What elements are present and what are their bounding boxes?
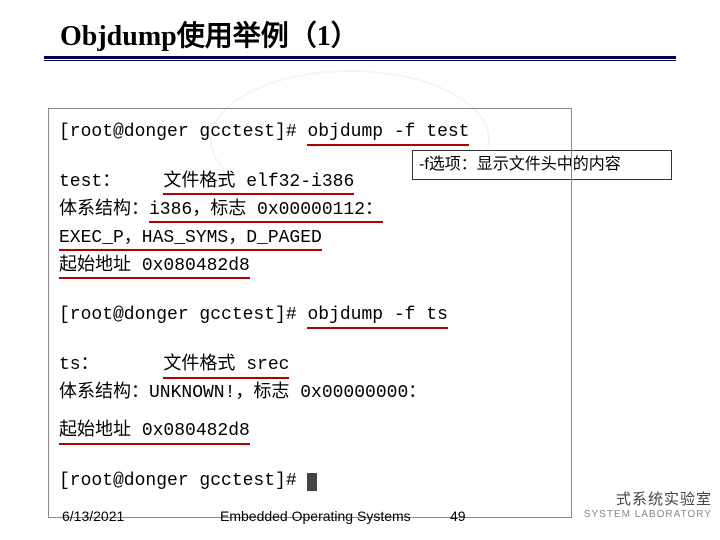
terminal-line: 起始地址 0x080482d8: [59, 253, 561, 281]
slide-title: Objdump使用举例（1）: [60, 14, 359, 54]
terminal-line: test： 文件格式 elf32-i386: [59, 169, 561, 197]
terminal-box: [root@donger gcctest]# objdump -f test t…: [48, 108, 572, 518]
prompt: [root@donger gcctest]#: [59, 122, 307, 142]
title-divider: [44, 56, 676, 62]
command-text: objdump -f ts: [307, 305, 447, 329]
terminal-line: [root@donger gcctest]# objdump -f ts: [59, 302, 561, 330]
output-value: 0x080482d8: [142, 421, 250, 441]
lab-en: SYSTEM LABORATORY: [584, 509, 712, 520]
terminal-line: EXEC_P，HAS_SYMS，D_PAGED: [59, 225, 561, 253]
prompt: [root@donger gcctest]#: [59, 305, 307, 325]
footer-page-number: 49: [450, 508, 466, 524]
terminal-line: [root@donger gcctest]#: [59, 468, 561, 496]
footer-title: Embedded Operating Systems: [220, 508, 411, 524]
terminal-line: 起始地址 0x080482d8: [59, 418, 561, 446]
output-value: EXEC_P，HAS_SYMS，D_PAGED: [59, 228, 322, 252]
output-label: 体系结构：: [59, 383, 149, 403]
terminal-line: 体系结构：i386，标志 0x00000112：: [59, 197, 561, 225]
terminal-line: [root@donger gcctest]# objdump -f test: [59, 119, 561, 147]
slide: Objdump使用举例（1） -f选项：显示文件头中的内容 [root@dong…: [0, 0, 720, 540]
command-text: objdump -f test: [307, 122, 469, 146]
output-label: 起始地址: [59, 421, 142, 441]
output-value: 0x080482d8: [142, 256, 250, 276]
output-value: 标志 0x00000112：: [210, 200, 383, 224]
lab-cn: 式系统实验室: [584, 488, 712, 509]
lab-label: 式系统实验室 SYSTEM LABORATORY: [584, 488, 712, 520]
output-value: i386，: [149, 200, 210, 224]
output-label: ts：: [59, 355, 163, 375]
output-label: test：: [59, 172, 163, 192]
output-value: UNKNOWN!，: [149, 383, 253, 403]
footer-date: 6/13/2021: [62, 508, 124, 524]
terminal-line: ts： 文件格式 srec: [59, 352, 561, 380]
output-value: 文件格式 elf32-i386: [163, 172, 354, 196]
output-label: 体系结构：: [59, 200, 149, 220]
cursor-icon: [307, 473, 317, 491]
output-label: 起始地址: [59, 256, 142, 276]
terminal-line: 体系结构：UNKNOWN!，标志 0x00000000：: [59, 380, 561, 408]
output-value: 标志 0x00000000：: [253, 383, 426, 403]
prompt: [root@donger gcctest]#: [59, 471, 307, 491]
output-value: 文件格式 srec: [163, 355, 289, 379]
